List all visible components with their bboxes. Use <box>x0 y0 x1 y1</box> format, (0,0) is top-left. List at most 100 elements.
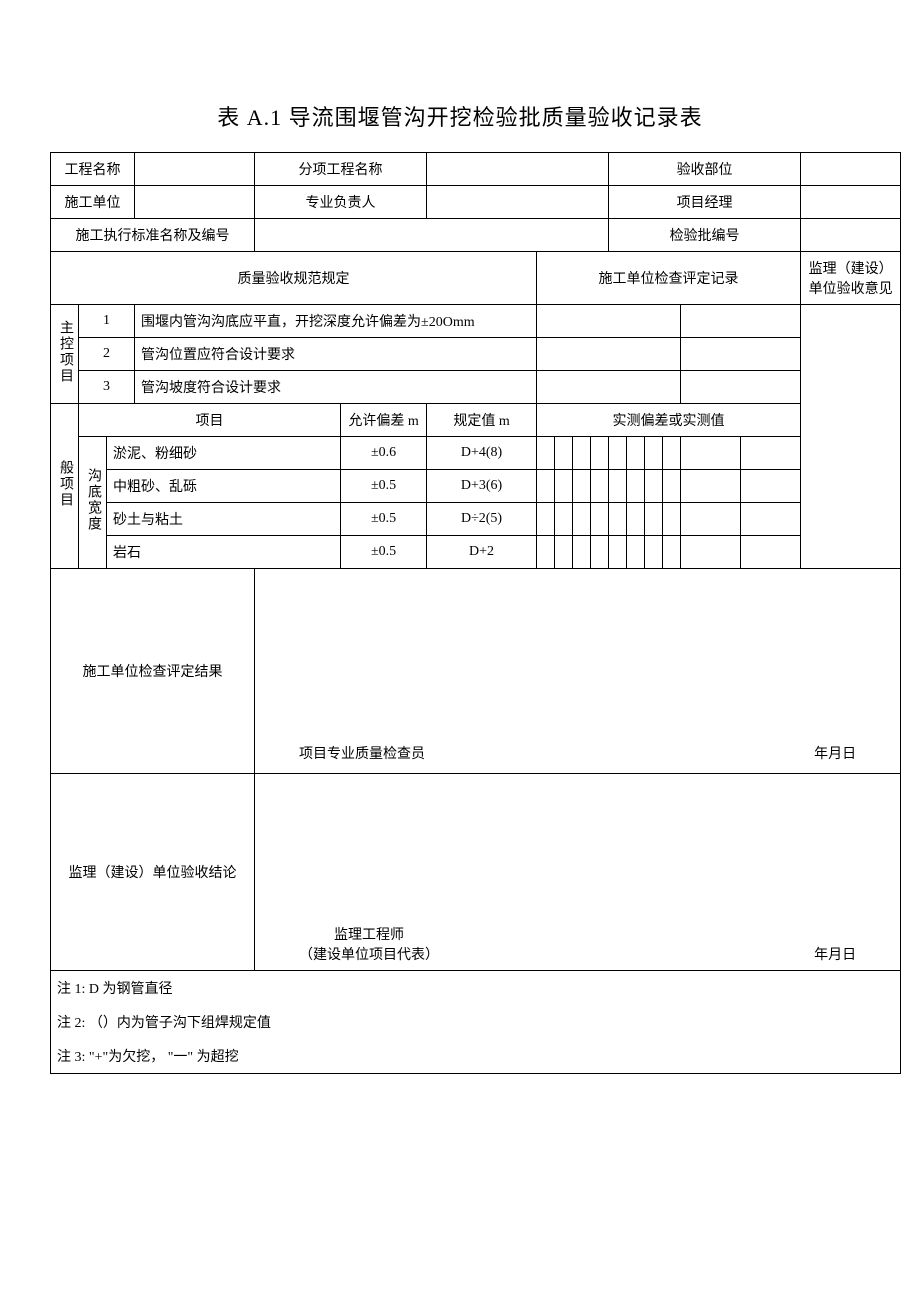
row4-project: 岩石 <box>107 536 341 569</box>
m[interactable] <box>681 470 741 503</box>
m[interactable] <box>555 503 573 536</box>
m[interactable] <box>591 503 609 536</box>
note-1: 注 1: D 为钢管直径 <box>51 971 901 1006</box>
m[interactable] <box>537 503 555 536</box>
m[interactable] <box>555 437 573 470</box>
gen-header-spec: 规定值 m <box>427 404 537 437</box>
field-construct-unit[interactable] <box>135 186 255 219</box>
m[interactable] <box>609 470 627 503</box>
m[interactable] <box>645 437 663 470</box>
m[interactable] <box>537 536 555 569</box>
row3-spec: D÷2(5) <box>427 503 537 536</box>
m[interactable] <box>741 437 801 470</box>
m[interactable] <box>681 536 741 569</box>
label-main-items: 主控项目 <box>51 305 79 404</box>
label-gen-items: 般项目 <box>51 404 79 569</box>
m[interactable] <box>573 437 591 470</box>
label-supervisor-opinion: 监理（建设）单位验收意见 <box>801 252 901 305</box>
row1-allow: ±0.6 <box>341 437 427 470</box>
m[interactable] <box>663 437 681 470</box>
label-accept-part: 验收部位 <box>609 153 801 186</box>
m[interactable] <box>573 470 591 503</box>
m[interactable] <box>627 536 645 569</box>
m[interactable] <box>741 470 801 503</box>
unit-sign-line: 项目专业质量检查员 年月日 <box>255 733 901 774</box>
page-title: 表 A.1 导流围堰管沟开挖检验批质量验收记录表 <box>50 100 870 132</box>
m[interactable] <box>645 536 663 569</box>
main-item-record-2[interactable] <box>537 338 681 371</box>
gen-header-allow: 允许偏差 m <box>341 404 427 437</box>
m[interactable] <box>609 536 627 569</box>
note-3: 注 3: "+"为欠挖， "一" 为超挖 <box>51 1039 901 1074</box>
main-item-extra-2[interactable] <box>681 338 801 371</box>
field-supervisor-result[interactable] <box>255 774 901 919</box>
main-item-num-3: 3 <box>79 371 135 404</box>
main-item-extra-1[interactable] <box>681 305 801 338</box>
row4-allow: ±0.5 <box>341 536 427 569</box>
m[interactable] <box>573 536 591 569</box>
row4-spec: D+2 <box>427 536 537 569</box>
row2-spec: D+3(6) <box>427 470 537 503</box>
row2-allow: ±0.5 <box>341 470 427 503</box>
field-prof-leader[interactable] <box>427 186 609 219</box>
m[interactable] <box>645 503 663 536</box>
main-item-text-2: 管沟位置应符合设计要求 <box>135 338 537 371</box>
m[interactable] <box>663 503 681 536</box>
gen-header-project: 项目 <box>79 404 341 437</box>
label-unit-result: 施工单位检查评定结果 <box>51 569 255 774</box>
supervisor-signer-2: （建设单位项目代表） <box>299 944 439 964</box>
m[interactable] <box>627 437 645 470</box>
label-construct-unit: 施工单位 <box>51 186 135 219</box>
unit-signer-label: 项目专业质量检查员 <box>299 743 425 763</box>
m[interactable] <box>591 437 609 470</box>
m[interactable] <box>555 470 573 503</box>
m[interactable] <box>663 470 681 503</box>
field-subitem-name[interactable] <box>427 153 609 186</box>
label-pm: 项目经理 <box>609 186 801 219</box>
field-accept-part[interactable] <box>801 153 901 186</box>
supervisor-sign-line: 监理工程师 （建设单位项目代表） 年月日 <box>255 918 901 971</box>
row1-project: 淤泥、粉细砂 <box>107 437 341 470</box>
m[interactable] <box>573 503 591 536</box>
main-item-record-1[interactable] <box>537 305 681 338</box>
m[interactable] <box>627 470 645 503</box>
label-project-name: 工程名称 <box>51 153 135 186</box>
note-2: 注 2: （）内为管子沟下组焊规定值 <box>51 1005 901 1039</box>
field-std-name[interactable] <box>255 219 609 252</box>
main-item-extra-3[interactable] <box>681 371 801 404</box>
gen-header-measured: 实测偏差或实测值 <box>537 404 801 437</box>
m[interactable] <box>741 536 801 569</box>
m[interactable] <box>537 437 555 470</box>
m[interactable] <box>609 437 627 470</box>
main-item-num-2: 2 <box>79 338 135 371</box>
label-subitem-name: 分项工程名称 <box>255 153 427 186</box>
table-row: 沟底宽度 淤泥、粉细砂 ±0.6 D+4(8) <box>51 437 901 470</box>
row2-project: 中粗砂、乱砾 <box>107 470 341 503</box>
m[interactable] <box>627 503 645 536</box>
field-project-name[interactable] <box>135 153 255 186</box>
label-supervisor-result: 监理（建设）单位验收结论 <box>51 774 255 971</box>
m[interactable] <box>681 437 741 470</box>
field-batch-no[interactable] <box>801 219 901 252</box>
m[interactable] <box>663 536 681 569</box>
row3-allow: ±0.5 <box>341 503 427 536</box>
field-pm[interactable] <box>801 186 901 219</box>
supervisor-opinion-field[interactable] <box>801 305 901 569</box>
main-item-num-1: 1 <box>79 305 135 338</box>
m[interactable] <box>741 503 801 536</box>
main-item-record-3[interactable] <box>537 371 681 404</box>
m[interactable] <box>645 470 663 503</box>
m[interactable] <box>591 536 609 569</box>
table-row: 中粗砂、乱砾 ±0.5 D+3(6) <box>51 470 901 503</box>
row3-project: 砂土与粘土 <box>107 503 341 536</box>
label-quality-spec: 质量验收规范规定 <box>51 252 537 305</box>
field-unit-result[interactable] <box>255 569 901 734</box>
main-item-text-1: 围堰内管沟沟底应平直，开挖深度允许偏差为±20Omm <box>135 305 537 338</box>
supervisor-date-label: 年月日 <box>814 944 856 964</box>
m[interactable] <box>681 503 741 536</box>
m[interactable] <box>555 536 573 569</box>
m[interactable] <box>609 503 627 536</box>
label-row-group: 沟底宽度 <box>79 437 107 569</box>
m[interactable] <box>591 470 609 503</box>
m[interactable] <box>537 470 555 503</box>
